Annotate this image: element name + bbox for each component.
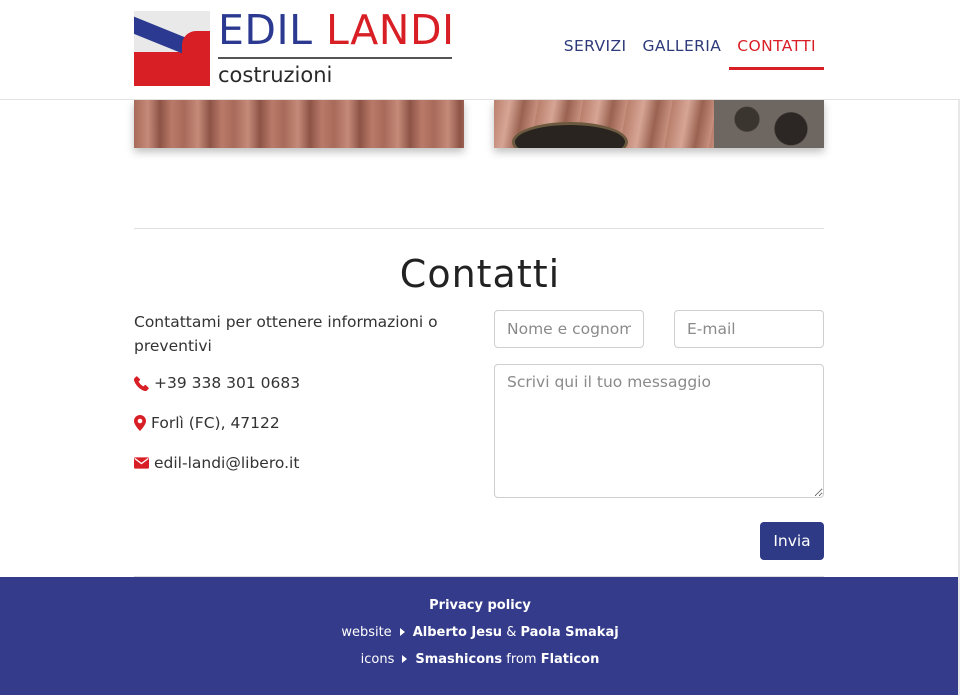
nav-item-servizi[interactable]: SERVIZI xyxy=(556,0,635,70)
author-link-alberto[interactable]: Alberto Jesu xyxy=(413,625,502,640)
section-divider xyxy=(134,228,824,229)
contact-intro: Contattami per ottenere informazioni o p… xyxy=(134,313,438,355)
name-input[interactable] xyxy=(494,310,644,348)
gallery-image-roof-work[interactable] xyxy=(494,100,824,148)
logo-word-edil: EDIL xyxy=(218,6,313,54)
message-textarea[interactable] xyxy=(494,364,824,498)
footer-credits-website: website Alberto Jesu & Paola Smakaj xyxy=(0,625,960,640)
icons-label: icons xyxy=(360,652,395,667)
site-header: EDIL LANDI costruzioni SERVIZI GALLERIA … xyxy=(0,0,960,100)
contact-section-title: Contatti xyxy=(399,252,561,296)
main-nav: SERVIZI GALLERIA CONTATTI xyxy=(556,0,824,100)
smashicons-link[interactable]: Smashicons xyxy=(415,652,502,667)
caret-right-icon xyxy=(402,655,408,663)
footer-credits-icons: icons Smashicons from Flaticon xyxy=(0,652,960,667)
contact-phone[interactable]: +39 338 301 0683 xyxy=(134,374,300,392)
contact-info: Contattami per ottenere informazioni o p… xyxy=(134,310,474,472)
privacy-policy-link[interactable]: Privacy policy xyxy=(429,598,531,613)
and-separator: & xyxy=(506,625,517,640)
logo[interactable]: EDIL LANDI costruzioni xyxy=(134,6,454,87)
logo-title: EDIL LANDI xyxy=(218,5,455,55)
contact-phone-text: +39 338 301 0683 xyxy=(154,374,301,392)
contact-address-text: Forlì (FC), 47122 xyxy=(151,414,280,432)
nav-item-contatti[interactable]: CONTATTI xyxy=(729,0,824,70)
from-text: from xyxy=(506,652,537,667)
send-button[interactable]: Invia xyxy=(760,522,824,560)
author-link-paola[interactable]: Paola Smakaj xyxy=(520,625,618,640)
phone-icon xyxy=(134,375,149,391)
email-input[interactable] xyxy=(674,310,824,348)
gallery-image-roof-tiles[interactable] xyxy=(134,100,464,148)
logo-word-landi: LANDI xyxy=(325,6,455,54)
envelope-icon xyxy=(134,457,149,469)
nav-item-galleria[interactable]: GALLERIA xyxy=(634,0,729,70)
logo-subtitle: costruzioni xyxy=(218,63,333,87)
website-label: website xyxy=(341,625,392,640)
flaticon-link[interactable]: Flaticon xyxy=(541,652,600,667)
contact-address: Forlì (FC), 47122 xyxy=(134,414,280,432)
logo-mark-icon xyxy=(134,11,210,86)
contact-email-text: edil-landi@libero.it xyxy=(154,454,300,472)
caret-right-icon xyxy=(399,628,405,636)
gallery-strip xyxy=(0,100,960,148)
site-footer: Privacy policy website Alberto Jesu & Pao… xyxy=(0,577,960,695)
map-marker-icon xyxy=(134,415,146,431)
contact-email[interactable]: edil-landi@libero.it xyxy=(134,454,299,472)
logo-divider xyxy=(218,57,452,59)
